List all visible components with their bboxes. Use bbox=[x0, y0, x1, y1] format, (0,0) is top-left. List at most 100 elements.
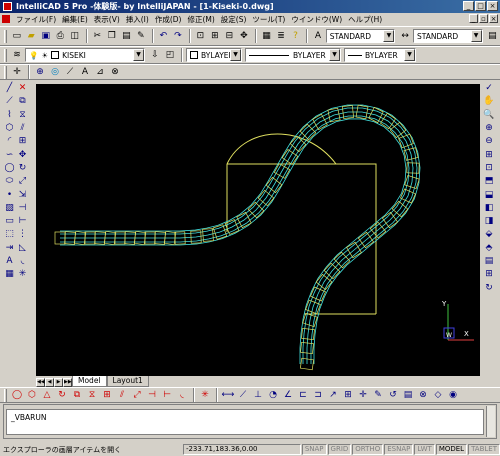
toolbar-grip[interactable] bbox=[4, 388, 7, 402]
center-mark-icon[interactable]: ✛ bbox=[356, 388, 370, 402]
mtext-icon[interactable]: A bbox=[6, 257, 12, 266]
move-object-icon[interactable]: ✥ bbox=[19, 150, 27, 160]
snap-quad-icon[interactable]: ◇ bbox=[431, 388, 445, 402]
save-icon[interactable]: ▣ bbox=[39, 29, 53, 43]
maximize-button[interactable]: □ bbox=[475, 1, 486, 11]
polygon-tool-icon[interactable]: ⬡ bbox=[25, 388, 39, 402]
viewports-icon[interactable]: ⊞ bbox=[485, 270, 493, 279]
dim-update-icon[interactable]: ↺ bbox=[386, 388, 400, 402]
color-select[interactable]: BYLAYER ▼ bbox=[186, 48, 242, 62]
snap-midpoint-icon[interactable]: ⊿ bbox=[93, 65, 107, 79]
circle-tool-icon[interactable]: ◯ bbox=[10, 388, 24, 402]
match-properties-icon[interactable]: ✎ bbox=[134, 29, 148, 43]
dim-radius-icon[interactable]: ◔ bbox=[266, 388, 280, 402]
doc-close-button[interactable]: × bbox=[489, 14, 498, 23]
tolerance-icon[interactable]: ⊞ bbox=[341, 388, 355, 402]
view-top-icon[interactable]: ⬒ bbox=[485, 177, 494, 186]
snap-toggle[interactable]: SNAP bbox=[301, 444, 327, 455]
dim-aligned-icon[interactable]: ⟋ bbox=[236, 388, 250, 402]
close-button[interactable]: × bbox=[487, 1, 498, 11]
layers-icon[interactable]: ≣ bbox=[274, 29, 288, 43]
mirror-icon[interactable]: ⧖ bbox=[19, 110, 25, 120]
scale-tool-icon[interactable]: ⤢ bbox=[130, 388, 144, 402]
grid-toggle[interactable]: GRID bbox=[327, 444, 352, 455]
spline-icon[interactable]: ∽ bbox=[6, 150, 14, 160]
line-icon[interactable]: ╱ bbox=[7, 84, 12, 93]
lineweight-select[interactable]: BYLAYER ▼ bbox=[344, 48, 416, 62]
view-bottom-icon[interactable]: ⬘ bbox=[486, 243, 493, 253]
copy-object-icon[interactable]: ⧉ bbox=[19, 97, 25, 106]
lwt-toggle[interactable]: LWT bbox=[414, 444, 435, 455]
snap-center-icon[interactable]: ◉ bbox=[446, 388, 460, 402]
menu-help[interactable]: ヘルプ(H) bbox=[345, 14, 385, 25]
doc-restore-button[interactable]: ▫ bbox=[479, 14, 488, 23]
trim-tool-icon[interactable]: ⊣ bbox=[145, 388, 159, 402]
polyline-icon[interactable]: ⌇ bbox=[7, 110, 11, 120]
view-iso-icon[interactable]: ⬙ bbox=[486, 230, 493, 239]
zoom-realtime-icon[interactable]: 🔍 bbox=[483, 110, 494, 120]
dim-style-icon[interactable]: ↔ bbox=[398, 29, 412, 43]
snap-settings-icon[interactable]: ⊗ bbox=[108, 65, 122, 79]
doc-minimize-button[interactable]: _ bbox=[469, 14, 478, 23]
menu-settings[interactable]: 設定(S) bbox=[218, 14, 250, 25]
menu-tools[interactable]: ツール(T) bbox=[249, 14, 288, 25]
ellipse-icon[interactable]: ⬭ bbox=[6, 177, 14, 186]
fillet-icon[interactable]: ◟ bbox=[21, 257, 25, 266]
properties-icon[interactable]: ▦ bbox=[260, 29, 274, 43]
pan-icon[interactable]: ✥ bbox=[237, 29, 251, 43]
menu-insert[interactable]: 挿入(I) bbox=[123, 14, 152, 25]
polygon-icon[interactable]: ⬡ bbox=[6, 124, 14, 133]
menu-window[interactable]: ウインドウ(W) bbox=[288, 14, 345, 25]
view-right-icon[interactable]: ◨ bbox=[485, 217, 494, 226]
offset-tool-icon[interactable]: ⫽ bbox=[115, 388, 129, 402]
point-icon[interactable]: • bbox=[7, 190, 12, 200]
array-icon[interactable]: ⊞ bbox=[19, 137, 27, 146]
dim-angular-icon[interactable]: ∠ bbox=[281, 388, 295, 402]
next-tab-icon[interactable]: ▶ bbox=[54, 378, 63, 387]
extend-tool-icon[interactable]: ⊢ bbox=[160, 388, 174, 402]
zoom-extents-icon[interactable]: ⊞ bbox=[208, 29, 222, 43]
chevron-down-icon[interactable]: ▼ bbox=[383, 30, 395, 42]
document-icon[interactable] bbox=[2, 15, 10, 23]
last-tab-icon[interactable]: ▶▶ bbox=[63, 378, 72, 387]
drawing-canvas[interactable]: X Y W bbox=[36, 84, 480, 376]
zoom-extents-side-icon[interactable]: ⊡ bbox=[485, 163, 493, 173]
stretch-icon[interactable]: ⇲ bbox=[19, 190, 27, 200]
block-icon[interactable]: ⬚ bbox=[5, 230, 14, 239]
copy-icon[interactable]: ❐ bbox=[105, 29, 119, 43]
insert-icon[interactable]: ⇥ bbox=[6, 243, 14, 253]
toolbar-grip[interactable] bbox=[4, 29, 7, 43]
dim-ordinate-icon[interactable]: ⊥ bbox=[251, 388, 265, 402]
snap-endpoint-icon[interactable]: ⟋ bbox=[63, 65, 77, 79]
chevron-down-icon[interactable]: ▼ bbox=[230, 49, 241, 61]
menu-edit[interactable]: 編集(E) bbox=[59, 14, 91, 25]
help-icon[interactable]: ? bbox=[289, 29, 303, 43]
command-input[interactable]: _VBARUN bbox=[6, 409, 484, 435]
rectangle-icon[interactable]: ▭ bbox=[5, 217, 14, 226]
text-style-icon[interactable]: A bbox=[311, 29, 325, 43]
circle-icon[interactable]: ◯ bbox=[4, 163, 14, 173]
arc-icon[interactable]: ◜ bbox=[8, 137, 12, 146]
open-file-icon[interactable]: ▰ bbox=[24, 29, 38, 43]
tab-layout1[interactable]: Layout1 bbox=[106, 376, 149, 387]
layer-manager-icon[interactable]: ≋ bbox=[10, 48, 24, 62]
chevron-down-icon[interactable]: ▼ bbox=[404, 49, 415, 61]
chevron-down-icon[interactable]: ▼ bbox=[133, 49, 144, 61]
dim-continue-icon[interactable]: ⊐ bbox=[311, 388, 325, 402]
refresh-icon[interactable]: ◎ bbox=[48, 65, 62, 79]
mirror-tool-icon[interactable]: ⧖ bbox=[85, 388, 99, 402]
model-toggle[interactable]: MODEL bbox=[435, 444, 468, 455]
zoom-all-icon[interactable]: ⊞ bbox=[485, 150, 493, 160]
snap-node-icon[interactable]: ⊗ bbox=[416, 388, 430, 402]
pan-realtime-icon[interactable]: ✋ bbox=[483, 97, 494, 106]
fillet-tool-icon[interactable]: ◟ bbox=[175, 388, 189, 402]
table-icon[interactable]: ▦ bbox=[5, 270, 14, 279]
menu-draw[interactable]: 作成(D) bbox=[152, 14, 185, 25]
text-icon[interactable]: A bbox=[78, 65, 92, 79]
trim-icon[interactable]: ⊣ bbox=[19, 203, 27, 213]
rotate-icon[interactable]: ↻ bbox=[19, 163, 27, 173]
tablet-toggle[interactable]: TABLET bbox=[468, 444, 500, 455]
copy-tool-icon[interactable]: ⧉ bbox=[70, 388, 84, 402]
prev-tab-icon[interactable]: ◀ bbox=[45, 378, 54, 387]
make-current-layer-icon[interactable]: ⇩ bbox=[148, 48, 162, 62]
